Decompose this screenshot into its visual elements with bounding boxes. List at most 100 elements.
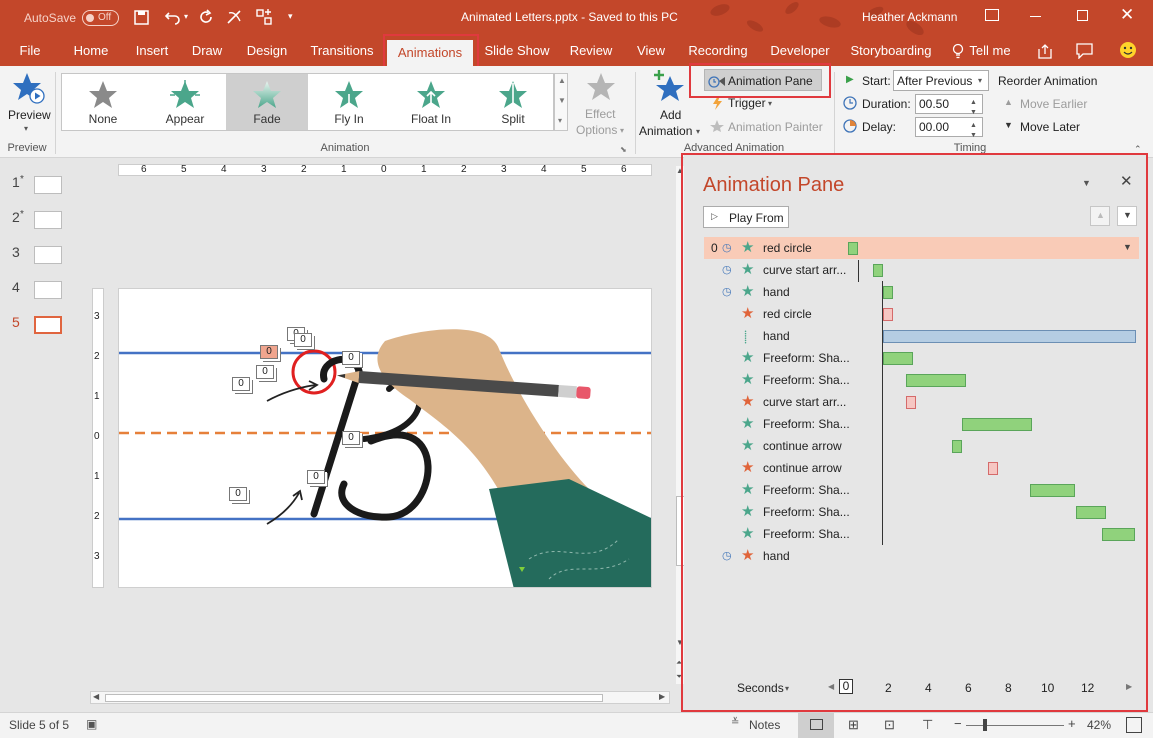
animation-row[interactable]: ★ Freeform: Sha... (704, 479, 1139, 501)
maximize-icon[interactable] (1077, 10, 1088, 21)
animation-tag[interactable]: 0 (229, 487, 247, 501)
scroll-right-icon[interactable]: ▶ (659, 692, 665, 701)
thumbnail-slide-5[interactable] (34, 316, 62, 334)
autosave-toggle[interactable]: Off (82, 10, 119, 26)
tell-me-search[interactable]: Tell me (966, 36, 1014, 66)
animation-row[interactable]: ★ Freeform: Sha... (704, 523, 1139, 545)
seconds-dropdown[interactable]: Seconds (737, 681, 784, 695)
user-name[interactable]: Heather Ackmann (862, 10, 957, 24)
tab-design[interactable]: Design (240, 36, 294, 66)
slide-show-icon[interactable]: ⊤ (922, 717, 933, 733)
tab-file[interactable]: File (12, 36, 48, 66)
start-dropdown[interactable]: After Previous ▾ (893, 70, 989, 91)
share-icon[interactable] (1037, 43, 1053, 62)
animation-dialog-launcher-icon[interactable]: ⬊ (620, 145, 627, 154)
preview-button[interactable]: Preview (8, 108, 51, 122)
tab-transitions[interactable]: Transitions (304, 36, 380, 66)
gallery-up-icon[interactable]: ▲ (558, 76, 566, 85)
comments-icon[interactable] (1076, 43, 1094, 62)
effect-options-star-icon[interactable] (586, 72, 616, 105)
animation-painter-button[interactable]: Animation Painter (728, 120, 823, 134)
tab-review[interactable]: Review (566, 36, 616, 66)
smiley-icon[interactable] (1119, 41, 1137, 62)
animation-row[interactable]: ★ Freeform: Sha... (704, 347, 1139, 369)
shapes-icon[interactable] (256, 9, 272, 28)
fit-to-window-icon[interactable] (1126, 717, 1142, 733)
draw-tool-icon[interactable] (226, 9, 244, 28)
effect-float-in[interactable]: Float In (390, 74, 472, 130)
undo-icon[interactable] (164, 9, 182, 28)
undo-dropdown-icon[interactable]: ▾ (184, 12, 188, 21)
animation-row[interactable]: ◷ ★ hand (704, 545, 1139, 567)
slide-canvas[interactable]: 0 0 0 0 0 0 0 0 0 (118, 288, 652, 588)
animation-row[interactable]: ◷ ★ hand (704, 281, 1139, 303)
tab-developer[interactable]: Developer (766, 36, 834, 66)
animation-row[interactable]: 0 ◷ ★ red circle ▼ (704, 237, 1139, 259)
notes-button[interactable]: Notes (749, 718, 780, 732)
spelling-icon[interactable]: ▣ (86, 717, 97, 731)
zoom-level[interactable]: 42% (1087, 718, 1111, 732)
zoom-slider[interactable] (966, 725, 1064, 726)
tab-recording[interactable]: Recording (686, 36, 750, 66)
tab-insert[interactable]: Insert (128, 36, 176, 66)
prev-slide-icon[interactable]: ⏶ (676, 658, 682, 668)
slide-sorter-icon[interactable]: ⊞ (848, 717, 859, 733)
redo-icon[interactable] (198, 9, 214, 28)
animation-tag[interactable]: 0 (294, 333, 312, 347)
animation-tag[interactable]: 0 (256, 365, 274, 379)
move-down-button[interactable]: ▼ (1117, 206, 1137, 226)
row-dropdown-icon[interactable]: ▼ (1123, 242, 1132, 252)
tab-storyboarding[interactable]: Storyboarding (848, 36, 934, 66)
animation-row[interactable]: ★ Freeform: Sha... (704, 501, 1139, 523)
preview-star-icon[interactable] (12, 72, 46, 109)
ribbon-display-icon[interactable] (985, 9, 999, 21)
thumbnail-slide-4[interactable] (34, 281, 62, 299)
add-animation-dropdown-icon[interactable]: ▾ (696, 127, 700, 136)
trigger-dropdown-icon[interactable]: ▾ (768, 99, 772, 108)
animation-tag[interactable]: 0 (342, 351, 360, 365)
tab-home[interactable]: Home (66, 36, 116, 66)
scroll-down-icon[interactable]: ▼ (676, 638, 684, 647)
gallery-down-icon[interactable]: ▼ (558, 96, 566, 105)
effect-options-line2[interactable]: Options (576, 123, 617, 137)
animation-tag[interactable]: 0 (307, 470, 325, 484)
timeline-left-icon[interactable]: ◀ (828, 682, 834, 691)
move-earlier-button[interactable]: Move Earlier (1020, 97, 1087, 111)
thumbnail-slide-3[interactable] (34, 246, 62, 264)
tab-view[interactable]: View (630, 36, 672, 66)
tab-draw[interactable]: Draw (186, 36, 228, 66)
close-window-icon[interactable]: ✕ (1120, 5, 1134, 25)
move-later-button[interactable]: Move Later (1020, 120, 1080, 134)
thumbnail-slide-1[interactable] (34, 176, 62, 194)
effect-options-dropdown-icon[interactable]: ▾ (620, 126, 624, 135)
tab-slide-show[interactable]: Slide Show (482, 36, 552, 66)
animation-row[interactable]: ◷ ★ curve start arr... (704, 259, 1139, 281)
animation-row[interactable]: ★ Freeform: Sha... (704, 369, 1139, 391)
animation-row[interactable]: ★ Freeform: Sha... (704, 413, 1139, 435)
add-animation-line2[interactable]: Animation (639, 124, 692, 138)
preview-dropdown-icon[interactable]: ▾ (24, 124, 28, 133)
duration-input[interactable]: 00.50 ▲ ▼ (915, 94, 983, 116)
animation-row[interactable]: ★ continue arrow (704, 435, 1139, 457)
add-animation-star-icon[interactable] (652, 70, 688, 107)
customize-qat-icon[interactable]: ▾ (288, 11, 293, 22)
seconds-chevron-icon[interactable]: ▾ (785, 684, 789, 693)
zoom-slider-thumb[interactable] (983, 719, 987, 731)
effect-fade[interactable]: Fade (226, 74, 308, 130)
trigger-button[interactable]: Trigger (728, 96, 766, 110)
save-icon[interactable] (134, 10, 149, 28)
pane-options-icon[interactable]: ▼ (1082, 178, 1091, 188)
normal-view-button[interactable] (798, 713, 834, 738)
thumbnail-slide-2[interactable] (34, 211, 62, 229)
delay-input[interactable]: 00.00 ▲ ▼ (915, 117, 983, 139)
animation-row[interactable]: ★ curve start arr... (704, 391, 1139, 413)
reading-view-icon[interactable]: ⊡ (884, 717, 895, 733)
zoom-out-icon[interactable]: − (954, 716, 962, 731)
zoom-in-icon[interactable]: + (1068, 716, 1076, 731)
effect-none[interactable]: None (62, 74, 144, 130)
effect-split[interactable]: Split (472, 74, 554, 130)
horizontal-scrollbar[interactable]: ◀ ▶ (90, 691, 670, 704)
gallery-scroller[interactable]: ▲ ▼ ▾ (554, 73, 568, 131)
animation-tag-selected[interactable]: 0 (260, 345, 278, 359)
animation-row[interactable]: ★ continue arrow (704, 457, 1139, 479)
